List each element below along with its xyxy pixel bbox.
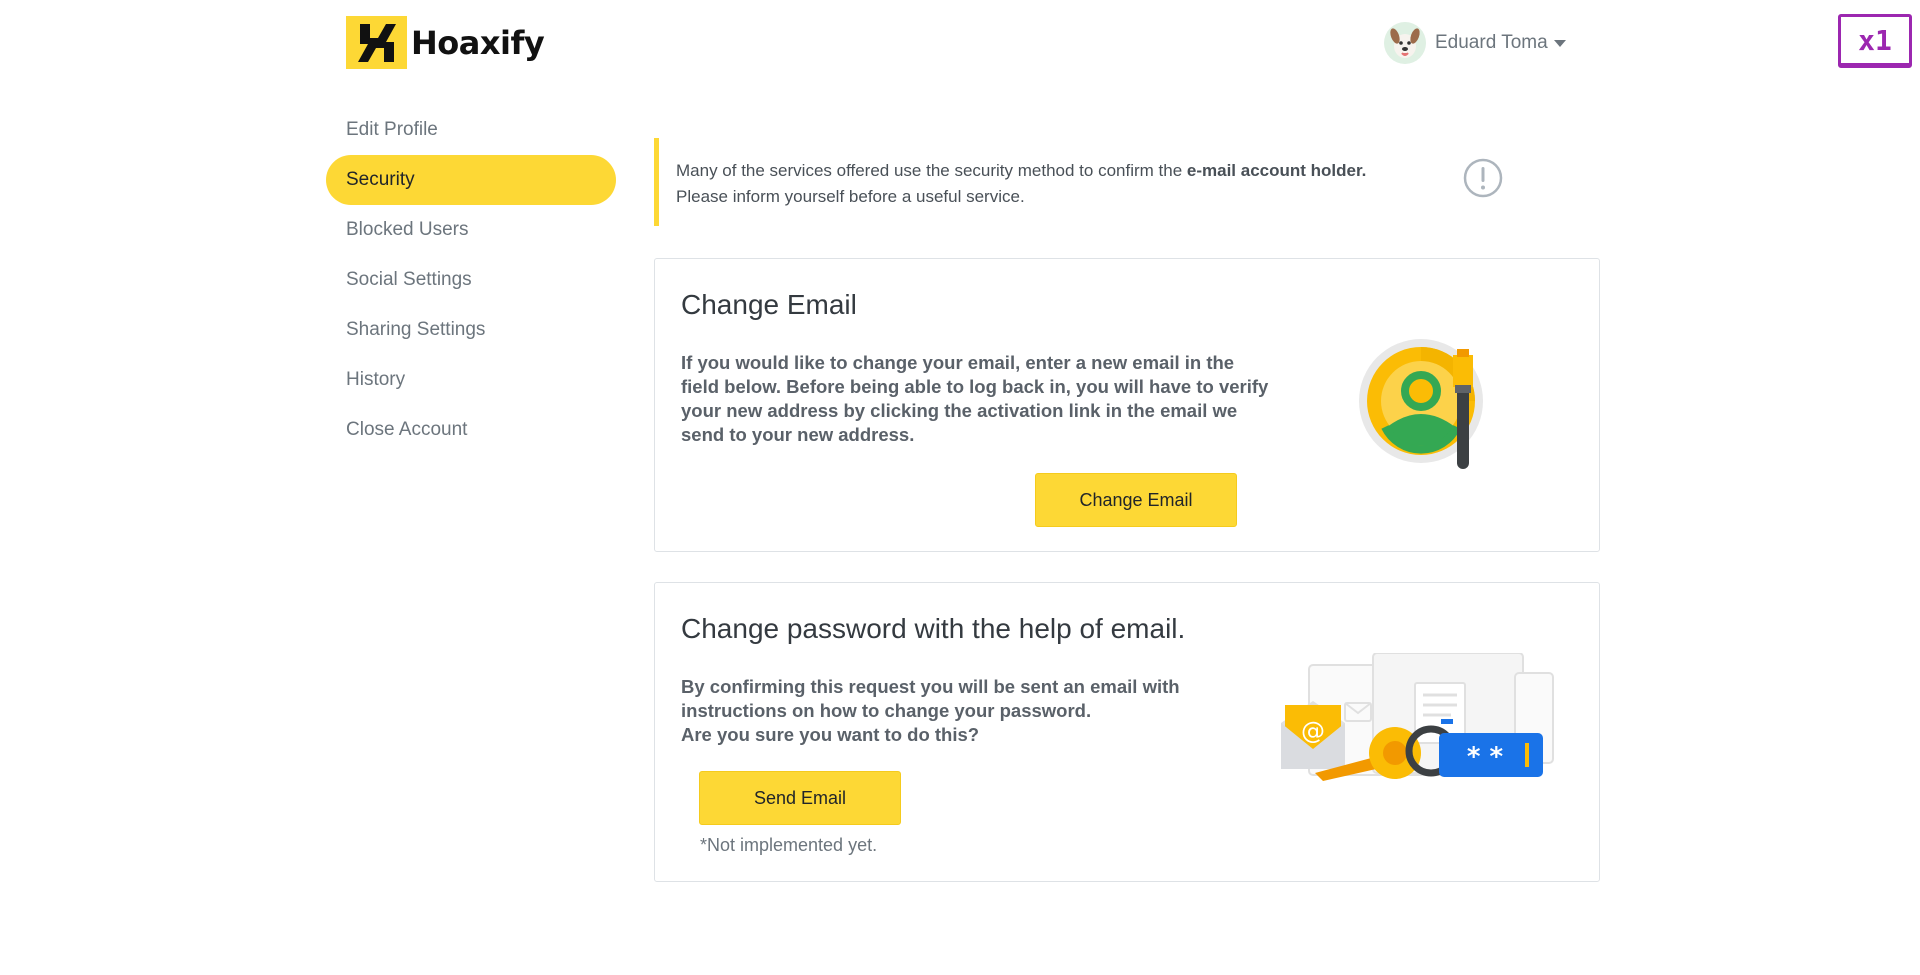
- sidebar-item-edit-profile[interactable]: Edit Profile: [326, 105, 616, 155]
- change-password-description: By confirming this request you will be s…: [681, 675, 1271, 747]
- caret-down-icon: [1553, 39, 1566, 47]
- x1-badge[interactable]: x1: [1838, 14, 1912, 68]
- settings-sidebar: Edit Profile Security Blocked Users Soci…: [326, 105, 616, 455]
- sidebar-item-security[interactable]: Security: [326, 155, 616, 205]
- user-avatar: [1384, 22, 1426, 64]
- svg-text:* *: * *: [1467, 742, 1504, 772]
- change-password-text: By confirming this request you will be s…: [681, 676, 1180, 721]
- top-header: Hoaxify Eduard Toma x1: [0, 0, 1920, 90]
- user-menu-dropdown[interactable]: Eduard Toma: [1384, 22, 1566, 64]
- sidebar-item-blocked-users[interactable]: Blocked Users: [326, 205, 616, 255]
- sidebar-item-close-account[interactable]: Close Account: [326, 405, 616, 455]
- account-edit-illustration: [1355, 335, 1515, 485]
- sidebar-item-sharing-settings[interactable]: Sharing Settings: [326, 305, 616, 355]
- send-email-button[interactable]: Send Email: [699, 771, 901, 825]
- alert-text-start: Many of the services offered use the sec…: [676, 161, 1187, 180]
- change-email-card: Change Email If you would like to change…: [654, 258, 1600, 552]
- change-password-confirm-text: Are you sure you want to do this?: [681, 724, 980, 745]
- alert-text-bold: e-mail account holder.: [1186, 161, 1367, 180]
- brand-name: Hoaxify: [411, 23, 545, 62]
- change-password-title: Change password with the help of email.: [681, 613, 1186, 644]
- brand-logo[interactable]: Hoaxify: [346, 16, 545, 69]
- change-email-title: Change Email: [681, 289, 857, 320]
- password-reset-illustration: @ * *: [1275, 652, 1575, 803]
- not-implemented-note: *Not implemented yet.: [700, 835, 878, 855]
- alert-text: Many of the services offered use the sec…: [676, 158, 1436, 210]
- sidebar-item-history[interactable]: History: [326, 355, 616, 405]
- logo-h-icon: [346, 16, 407, 69]
- alert-text-line2: Please inform yourself before a useful s…: [676, 187, 1025, 206]
- user-name: Eduard Toma: [1435, 32, 1548, 53]
- change-email-button[interactable]: Change Email: [1035, 473, 1237, 527]
- change-email-description: If you would like to change your email, …: [681, 352, 1269, 445]
- change-password-card: Change password with the help of email. …: [654, 582, 1600, 882]
- sidebar-item-social-settings[interactable]: Social Settings: [326, 255, 616, 305]
- svg-text:@: @: [1301, 717, 1325, 745]
- exclamation-circle-icon: [1463, 158, 1503, 198]
- security-info-alert: Many of the services offered use the sec…: [654, 138, 1503, 226]
